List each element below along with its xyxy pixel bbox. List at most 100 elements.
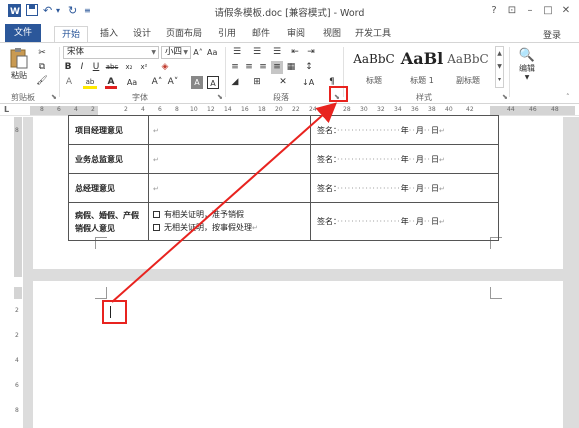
opinion-cell[interactable]: ↵ <box>148 115 311 145</box>
ruler-tick: 38 <box>428 106 436 113</box>
text-effects-icon[interactable]: A <box>63 76 75 89</box>
superscript-icon[interactable]: x² <box>138 61 150 74</box>
decrease-indent-icon[interactable]: ⇤ <box>289 46 301 59</box>
option-proved[interactable]: 有相关证明，准予销假 <box>153 208 310 221</box>
style-title[interactable]: AaBbC 标题 <box>348 46 400 88</box>
tab-home[interactable]: 开始 <box>54 26 88 42</box>
checkbox-icon[interactable] <box>153 224 160 231</box>
signature-cell[interactable]: 签名：··················年··月··日↵ <box>310 202 499 241</box>
sign-label: 签名： <box>317 125 337 135</box>
strikethrough-icon[interactable]: abc <box>104 61 120 74</box>
paste-icon <box>10 48 28 69</box>
tab-references[interactable]: 引用 <box>212 26 242 42</box>
font-size-dropdown[interactable]: 小四 ▼ <box>161 46 191 59</box>
styles-scroll[interactable]: ▲ ▼ ▾ <box>495 46 504 88</box>
style-subtitle[interactable]: AaBbC 副标题 <box>442 46 494 88</box>
shading-icon[interactable]: ◢ <box>229 76 241 89</box>
justify-icon[interactable]: ≡ <box>271 61 283 74</box>
collapse-ribbon-icon[interactable]: ˄ <box>566 93 570 101</box>
distribute-icon[interactable]: ▦ <box>285 61 297 74</box>
opinion-cell[interactable]: ↵ <box>148 173 311 203</box>
cut-icon[interactable]: ✂ <box>36 47 48 60</box>
style-heading1[interactable]: AaBl 标题 1 <box>396 46 448 88</box>
tab-selector[interactable]: L <box>4 105 9 114</box>
bold-icon[interactable]: B <box>63 61 73 74</box>
year-label: 年 <box>400 154 409 164</box>
subscript-icon[interactable]: x₂ <box>123 61 135 74</box>
maximize-button[interactable]: □ <box>540 3 556 19</box>
ruler-tick: 34 <box>394 106 402 113</box>
tab-page-layout[interactable]: 页面布局 <box>161 26 207 42</box>
opinion-cell[interactable]: 有相关证明，准予销假 无相关证明，按事假处理↵ <box>148 202 311 241</box>
editing-button[interactable]: 🔍 编辑 ▼ <box>513 48 541 88</box>
increase-indent-icon[interactable]: ⇥ <box>305 46 317 59</box>
signature-cell[interactable]: 签名：··················年··月··日↵ <box>310 173 499 203</box>
ruler-tick: 8 <box>40 106 44 113</box>
ruler-tick: 16 <box>241 106 249 113</box>
shrink-font-icon[interactable]: A˅ <box>167 76 179 89</box>
clear-format-icon[interactable]: ◈ <box>159 61 171 74</box>
style-heading1-name: 标题 1 <box>410 76 434 85</box>
tab-file[interactable]: 文件 <box>5 24 41 42</box>
borders-icon[interactable]: ⊞ <box>251 76 263 89</box>
tab-design[interactable]: 设计 <box>127 26 157 42</box>
day-label: 日 <box>430 217 439 226</box>
styles-group-label: 样式 <box>416 93 432 102</box>
underline-icon[interactable]: U <box>91 61 101 74</box>
italic-icon[interactable]: I <box>77 61 87 74</box>
clipboard-group-label: 剪贴板 <box>11 93 35 102</box>
year-label: 年 <box>400 183 409 193</box>
ribbon-display-button[interactable]: ⊡ <box>504 3 520 19</box>
checkbox-icon[interactable] <box>153 211 160 218</box>
align-left-icon[interactable]: ≡ <box>229 61 241 74</box>
style-title-sample: AaBbC <box>353 52 395 66</box>
tab-insert[interactable]: 插入 <box>94 26 124 42</box>
ribbon: 粘贴 ✂ ⧉ 🖌 剪贴板 ⬊ 宋体 ▼ 小四 ▼ A˄ Aa B I U abc x… <box>0 42 579 104</box>
copy-icon[interactable]: ⧉ <box>36 61 48 74</box>
option-unproved[interactable]: 无相关证明，按事假处理↵ <box>153 221 310 235</box>
signature-cell[interactable]: 签名：··················年··月··日↵ <box>310 115 499 145</box>
paste-label: 粘贴 <box>11 71 27 80</box>
numbering-icon[interactable]: ☰ <box>249 46 265 59</box>
day-label: 日 <box>430 154 439 164</box>
line-spacing-icon[interactable]: ↕ <box>302 61 316 74</box>
highlight-icon[interactable]: ab <box>83 76 97 89</box>
char-border-icon[interactable]: A <box>207 76 219 89</box>
tab-view[interactable]: 视图 <box>317 26 347 42</box>
font-color-icon[interactable]: A <box>105 76 117 89</box>
minimize-button[interactable]: – <box>522 3 538 19</box>
align-center-icon[interactable]: ≡ <box>243 61 255 74</box>
style-subtitle-name: 副标题 <box>456 76 480 85</box>
char-shading-icon[interactable]: A <box>191 76 203 89</box>
paste-button[interactable]: 粘贴 <box>6 47 32 85</box>
margin-corner <box>95 287 107 299</box>
tab-review[interactable]: 审阅 <box>281 26 311 42</box>
document-area[interactable]: 项目经理意见 ↵ 签名：··················年··月··日↵ 业… <box>23 115 579 428</box>
chinese-layout-icon[interactable]: ✕ <box>276 76 290 89</box>
tab-mailings[interactable]: 邮件 <box>246 26 276 42</box>
signature-cell[interactable]: 签名：··················年··月··日↵ <box>310 144 499 174</box>
ruler-tick: 4 <box>74 106 78 113</box>
format-painter-icon[interactable]: 🖌 <box>36 75 48 88</box>
multilevel-list-icon[interactable]: ☰ <box>269 46 285 59</box>
row-label: 项目经理意见 <box>68 115 149 145</box>
font-name-dropdown[interactable]: 宋体 ▼ <box>63 46 159 59</box>
option-unproved-label: 无相关证明，按事假处理 <box>164 223 252 232</box>
help-button[interactable]: ? <box>486 3 502 19</box>
tab-developer[interactable]: 开发工具 <box>352 26 394 42</box>
change-case-icon[interactable]: Aa <box>207 46 217 59</box>
ruler-tick: 8 <box>15 127 19 134</box>
vertical-ruler[interactable]: 8 2 2 4 6 8 <box>13 117 23 428</box>
opinion-cell[interactable]: ↵ <box>148 144 311 174</box>
grow-font-icon[interactable]: A˄ <box>193 46 203 59</box>
align-right-icon[interactable]: ≡ <box>257 61 269 74</box>
grow-font-2-icon[interactable]: A˄ <box>151 76 163 89</box>
clipboard-launcher-icon[interactable]: ⬊ <box>51 93 59 101</box>
font-launcher-icon[interactable]: ⬊ <box>217 93 225 101</box>
login-link[interactable]: 登录 <box>543 28 561 41</box>
change-case-menu-icon[interactable]: Aa <box>124 76 140 89</box>
close-button[interactable]: ✕ <box>558 3 574 19</box>
bullets-icon[interactable]: ☰ <box>229 46 245 59</box>
font-group-label: 字体 <box>132 93 148 102</box>
sort-icon[interactable]: ↓A <box>302 76 314 89</box>
